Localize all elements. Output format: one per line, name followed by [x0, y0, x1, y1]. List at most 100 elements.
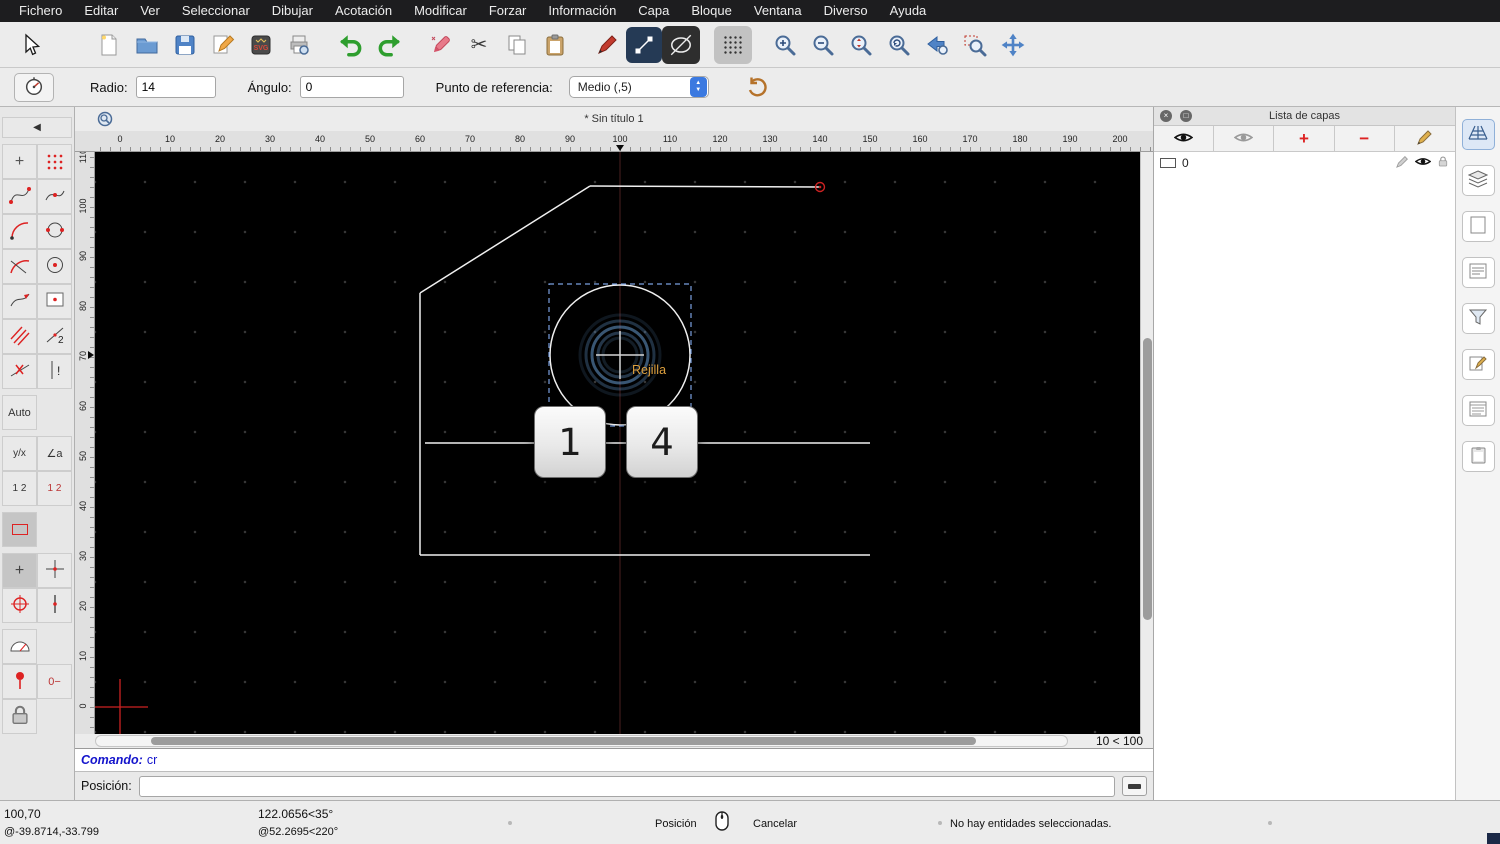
snap-perpendicular-button[interactable] — [2, 214, 37, 249]
layer-color-swatch[interactable] — [1160, 157, 1176, 168]
layer-list-toggle[interactable] — [1461, 165, 1495, 196]
save-button[interactable] — [166, 26, 204, 64]
snap-pin-button[interactable] — [2, 664, 37, 699]
restrict-nothing-button[interactable] — [2, 354, 37, 389]
show-all-layers-button[interactable] — [1154, 126, 1215, 151]
grid-toggle-button[interactable] — [714, 25, 752, 64]
filter-toggle[interactable] — [1461, 303, 1495, 334]
draw-pen-button[interactable] — [588, 26, 626, 64]
menu-información[interactable]: Información — [537, 0, 627, 22]
menu-capa[interactable]: Capa — [627, 0, 680, 22]
vertical-scroll-thumb[interactable] — [1143, 338, 1152, 620]
coord-polar-button[interactable]: ∠a — [37, 436, 72, 471]
circle-cross-button[interactable] — [2, 588, 37, 623]
add-layer-button[interactable]: + — [1274, 126, 1335, 151]
snap-reference-button[interactable] — [37, 284, 72, 319]
zoom-refresh-button[interactable] — [880, 26, 918, 64]
vertical-scrollbar[interactable] — [1140, 152, 1153, 734]
layer-lock-icon[interactable] — [1437, 155, 1449, 171]
layer-edit-icon[interactable] — [1396, 155, 1409, 171]
restrict-vertical-button[interactable]: ! — [37, 354, 72, 389]
ellipse-tool-button[interactable] — [662, 25, 700, 64]
crosshair-point-button[interactable] — [37, 553, 72, 588]
protractor-button[interactable] — [2, 629, 37, 664]
library-browser-toggle[interactable] — [1461, 349, 1495, 380]
restore-defaults-button[interactable] — [739, 68, 777, 106]
radius-input[interactable] — [135, 76, 216, 98]
ortho-line-button[interactable] — [37, 588, 72, 623]
menu-editar[interactable]: Editar — [73, 0, 129, 22]
print-preview-button[interactable] — [280, 26, 318, 64]
pan-button[interactable] — [994, 26, 1032, 64]
layer-row[interactable]: 0 — [1154, 152, 1455, 173]
edit-layer-button[interactable] — [1395, 126, 1455, 151]
command-line[interactable]: Comando: cr — [75, 748, 1153, 771]
coord-relative-button[interactable]: 1 2 — [2, 471, 37, 506]
view-list-toggle[interactable] — [1461, 257, 1495, 288]
menu-fichero[interactable]: Fichero — [8, 0, 73, 22]
point-plus-button[interactable]: + — [2, 553, 37, 588]
angle-input[interactable] — [299, 76, 404, 98]
menu-bloque[interactable]: Bloque — [680, 0, 742, 22]
line-tool-button[interactable] — [626, 26, 662, 63]
position-input[interactable] — [138, 775, 1115, 797]
undo-button[interactable] — [332, 26, 370, 64]
float-panel-button[interactable]: □ — [1180, 110, 1192, 122]
drawing-area[interactable]: Rejilla 14 — [95, 152, 1140, 734]
open-file-button[interactable] — [128, 26, 166, 64]
zoom-out-button[interactable] — [804, 26, 842, 64]
new-file-button[interactable] — [90, 26, 128, 64]
edit-drawing-button[interactable] — [204, 26, 242, 64]
snap-auto-button[interactable]: Auto — [2, 395, 37, 430]
zoom-window-button[interactable] — [956, 26, 994, 64]
hide-all-layers-button[interactable] — [1214, 126, 1275, 151]
block-list-toggle[interactable] — [1461, 211, 1495, 242]
zero-dash-button[interactable]: 0− — [37, 664, 72, 699]
command-history-button[interactable] — [1122, 776, 1147, 796]
clipboard-panel-toggle[interactable] — [1461, 441, 1495, 472]
select-window-button[interactable] — [2, 512, 37, 547]
horizontal-scrollbar[interactable] — [95, 735, 1068, 747]
menu-diverso[interactable]: Diverso — [813, 0, 879, 22]
svg-export-button[interactable]: SVG — [242, 26, 280, 64]
zoom-indicator-icon[interactable] — [97, 111, 113, 130]
collapse-palette-button[interactable]: ◀ — [2, 117, 72, 138]
layer-visible-icon[interactable] — [1414, 156, 1432, 170]
snap-middle-button[interactable]: 2 — [37, 319, 72, 354]
snap-free-button[interactable]: + — [2, 144, 37, 179]
property-editor-toggle[interactable] — [1461, 119, 1495, 150]
menu-modificar[interactable]: Modificar — [403, 0, 478, 22]
menu-ventana[interactable]: Ventana — [743, 0, 813, 22]
snap-on-entity-button[interactable] — [37, 179, 72, 214]
reference-point-select[interactable]: Medio (,5) ▲ ▼ — [568, 76, 709, 98]
lock-relative-zero-button[interactable] — [2, 699, 37, 734]
remove-layer-button[interactable]: − — [1335, 126, 1395, 151]
menu-seleccionar[interactable]: Seleccionar — [171, 0, 261, 22]
coord-relative-polar-button[interactable]: 1 2 — [37, 471, 72, 506]
menu-ver[interactable]: Ver — [129, 0, 171, 22]
snap-endpoint-button[interactable] — [2, 179, 37, 214]
active-tool-button[interactable] — [14, 72, 54, 102]
snap-center-button[interactable] — [37, 249, 72, 284]
select-cursor-button[interactable] — [12, 26, 50, 64]
paste-button[interactable] — [536, 26, 574, 64]
snap-tangent-button[interactable] — [37, 214, 72, 249]
zoom-previous-button[interactable] — [918, 26, 956, 64]
close-panel-button[interactable]: × — [1160, 110, 1172, 122]
erase-button[interactable] — [422, 26, 460, 64]
menu-forzar[interactable]: Forzar — [478, 0, 538, 22]
coord-cartesian-button[interactable]: y/x — [2, 436, 37, 471]
snap-tangent2-button[interactable] — [2, 249, 37, 284]
snap-hatch-button[interactable] — [2, 319, 37, 354]
snap-intersection-button[interactable] — [2, 284, 37, 319]
cut-button[interactable]: ✂ — [460, 26, 498, 64]
copy-button[interactable] — [498, 26, 536, 64]
menu-ayuda[interactable]: Ayuda — [879, 0, 938, 22]
zoom-auto-button[interactable] — [842, 26, 880, 64]
redo-button[interactable] — [370, 26, 408, 64]
snap-grid-button[interactable] — [37, 144, 72, 179]
menu-dibujar[interactable]: Dibujar — [261, 0, 324, 22]
horizontal-scroll-thumb[interactable] — [151, 737, 976, 745]
menu-acotación[interactable]: Acotación — [324, 0, 403, 22]
command-history-toggle[interactable] — [1461, 395, 1495, 426]
